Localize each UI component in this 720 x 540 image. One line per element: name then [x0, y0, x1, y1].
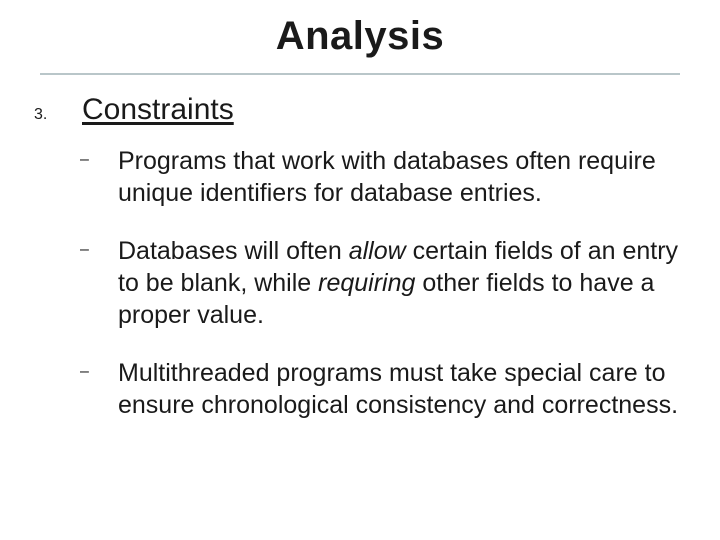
list-item: – Programs that work with databases ofte…: [80, 145, 692, 209]
slide: Analysis 3. Constraints – Programs that …: [0, 0, 720, 540]
list-item: – Multithreaded programs must take speci…: [80, 357, 692, 421]
slide-title: Analysis: [0, 0, 720, 67]
section-number: 3.: [34, 106, 54, 124]
bullet-text: Programs that work with databases often …: [118, 145, 692, 209]
content-area: 3. Constraints – Programs that work with…: [0, 75, 720, 421]
list-item: – Databases will often allow certain fie…: [80, 235, 692, 331]
italic-text: requiring: [318, 269, 415, 297]
bullet-text: Databases will often allow certain field…: [118, 235, 692, 331]
dash-icon: –: [80, 235, 92, 265]
italic-text: allow: [349, 237, 406, 265]
bullet-text: Multithreaded programs must take special…: [118, 357, 692, 421]
bullet-list: – Programs that work with databases ofte…: [28, 145, 692, 421]
section-heading-row: 3. Constraints: [34, 93, 692, 127]
dash-icon: –: [80, 357, 92, 387]
dash-icon: –: [80, 145, 92, 175]
section-heading: Constraints: [82, 93, 234, 127]
